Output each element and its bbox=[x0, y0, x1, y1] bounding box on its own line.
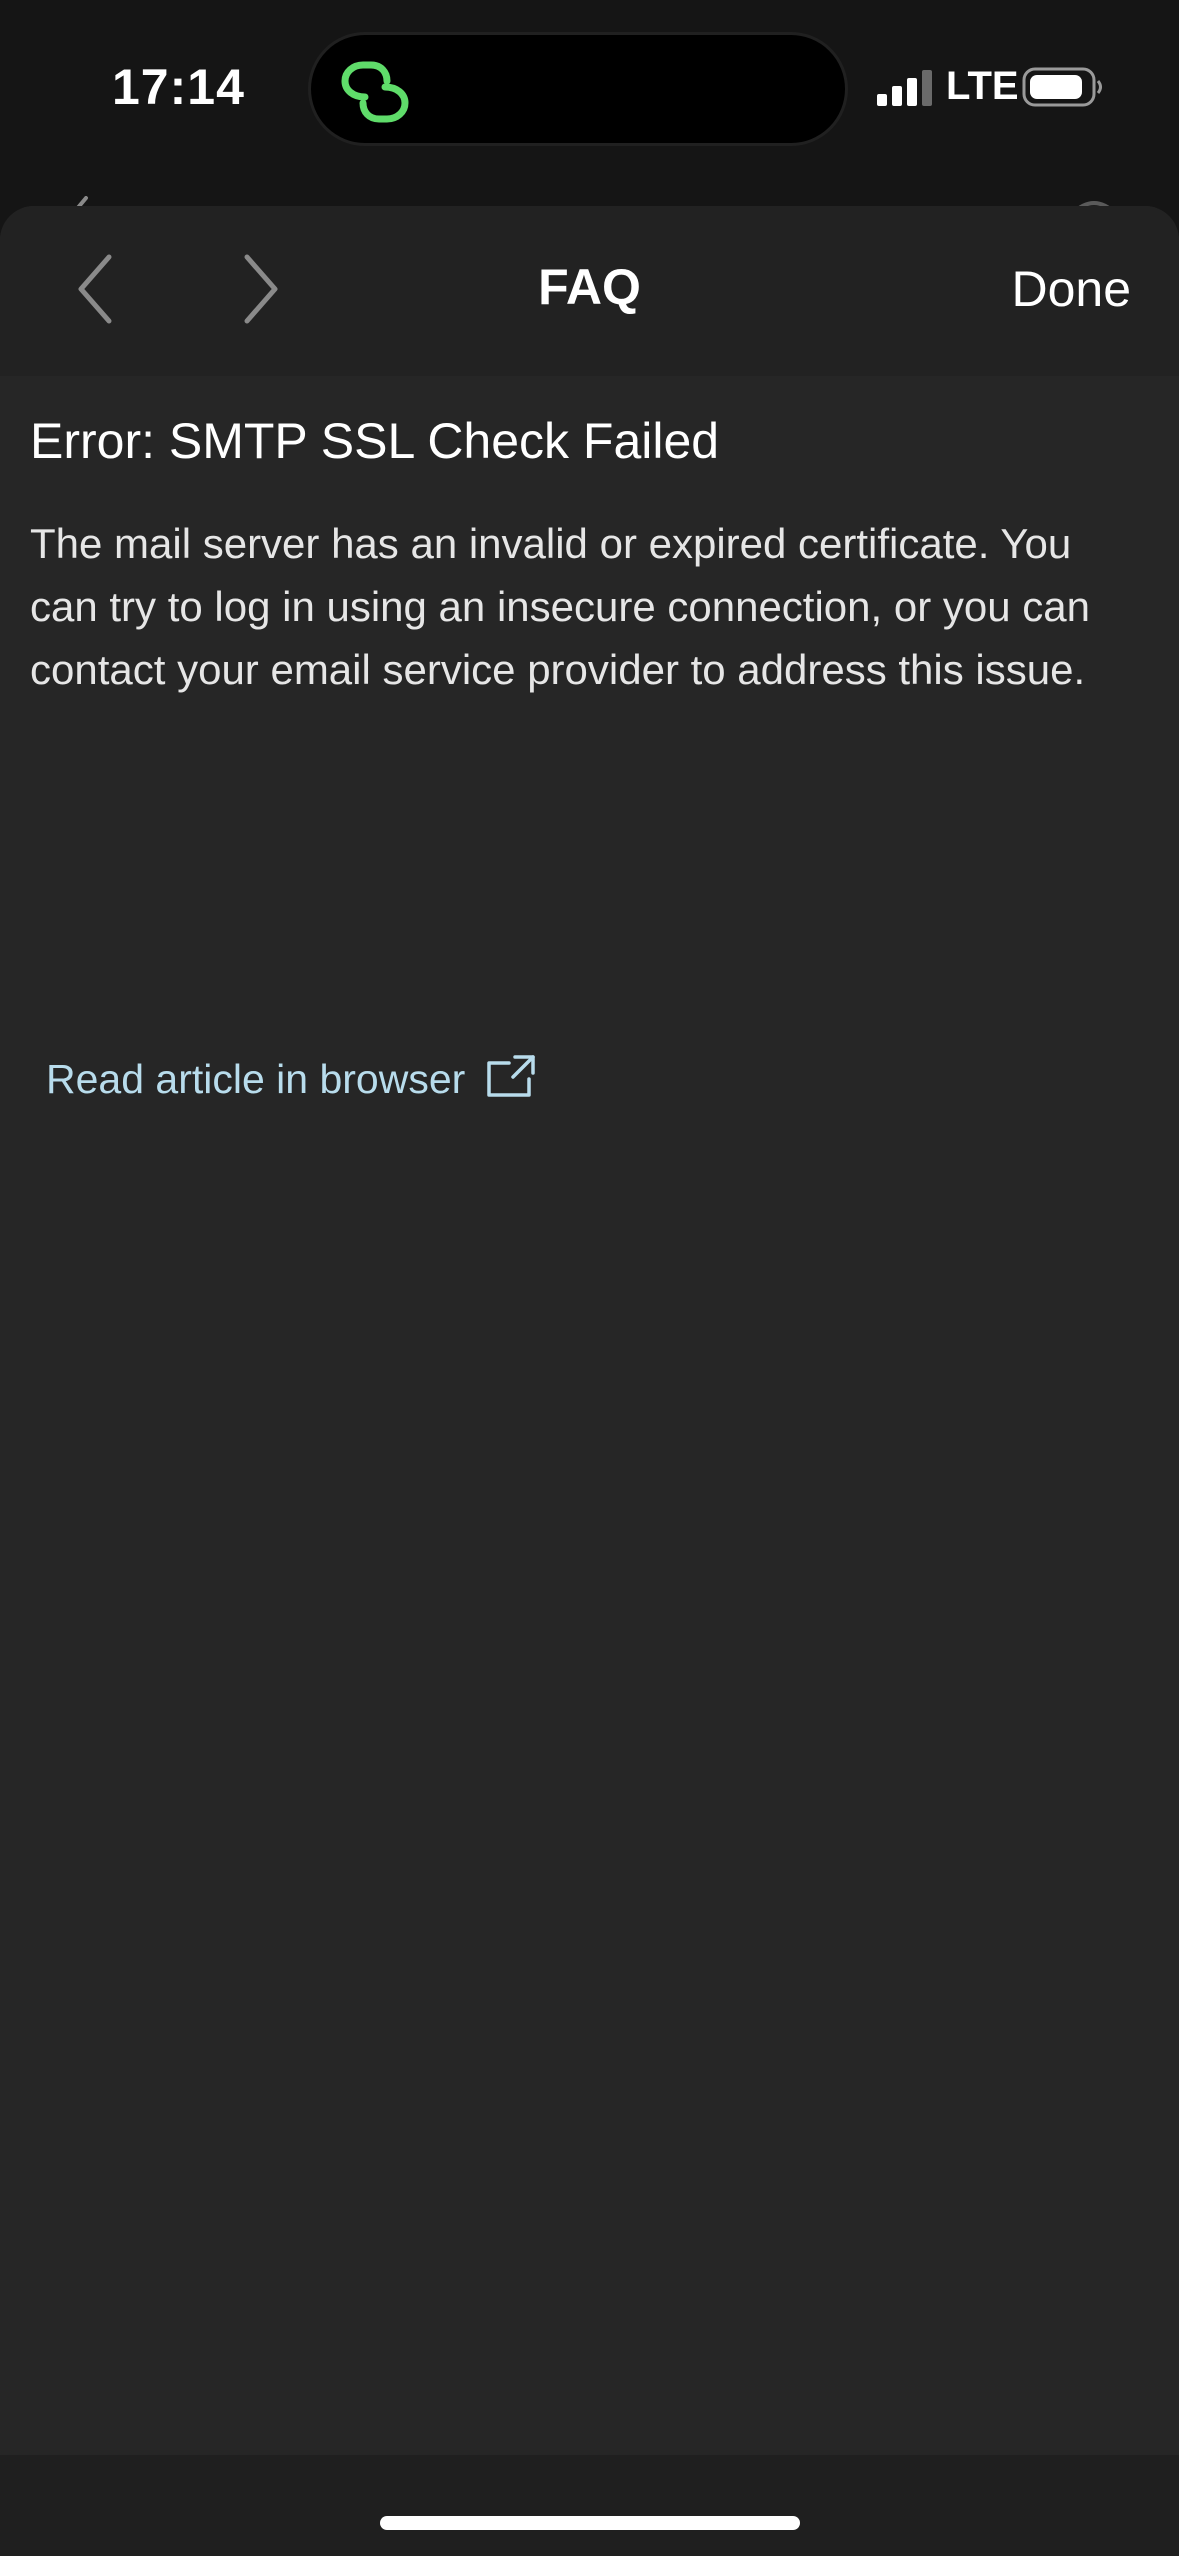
done-button[interactable]: Done bbox=[1011, 260, 1131, 318]
back-button[interactable] bbox=[52, 246, 138, 332]
article-title: Error: SMTP SSL Check Failed bbox=[30, 413, 720, 469]
home-indicator[interactable] bbox=[380, 2516, 800, 2530]
external-link-icon bbox=[487, 1054, 536, 1097]
nav-title: FAQ bbox=[538, 259, 641, 315]
battery-icon bbox=[1022, 67, 1102, 107]
chevron-left-icon bbox=[78, 254, 112, 324]
network-type: LTE bbox=[946, 64, 1019, 108]
status-bar: 17:14 LTE bbox=[0, 0, 1179, 180]
home-indicator-area bbox=[0, 2455, 1179, 2556]
article-body: The mail server has an invalid or expire… bbox=[30, 520, 1090, 693]
read-in-browser-label: Read article in browser bbox=[46, 1056, 466, 1102]
forward-button[interactable] bbox=[218, 246, 304, 332]
navigation-bar: FAQ Done bbox=[0, 206, 1179, 376]
link-icon bbox=[341, 61, 409, 123]
read-in-browser-link[interactable]: Read article in browser bbox=[46, 1054, 537, 1103]
status-time: 17:14 bbox=[112, 59, 245, 115]
cellular-signal-icon bbox=[877, 70, 932, 106]
chevron-right-icon bbox=[244, 254, 278, 324]
article-content: Error: SMTP SSL Check Failed The mail se… bbox=[30, 406, 1140, 1102]
faq-sheet: FAQ Done Error: SMTP SSL Check Failed Th… bbox=[0, 206, 1179, 2556]
screen: 17:14 LTE FAQ Done Error: SMTP SSL Check… bbox=[0, 0, 1179, 2556]
dynamic-island[interactable] bbox=[308, 32, 848, 146]
